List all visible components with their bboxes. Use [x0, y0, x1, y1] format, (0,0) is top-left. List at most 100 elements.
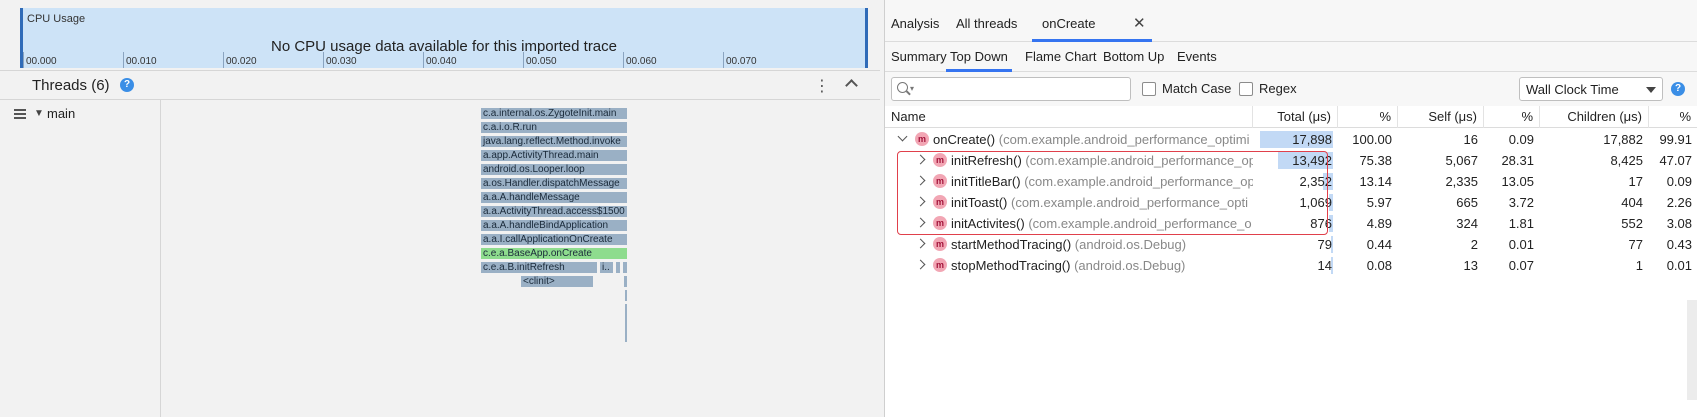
children-cell: 1 — [1635, 258, 1643, 273]
tab-top-down[interactable]: Top Down — [950, 49, 1008, 64]
method-package: (com.example.android_performance_optimi — [998, 132, 1250, 147]
tab-flame-chart[interactable]: Flame Chart — [1025, 49, 1097, 64]
flame-frame[interactable]: c.a.i.o.R.run — [480, 121, 628, 134]
chevron-down-icon[interactable]: ▾ — [910, 84, 914, 93]
tab-summary[interactable]: Summary — [891, 49, 947, 64]
flame-frame[interactable]: c.a.internal.os.ZygoteInit.main — [480, 107, 628, 120]
self-pct-cell: 1.81 — [1508, 216, 1534, 231]
cpu-usage-title: CPU Usage — [27, 13, 86, 25]
thread-flame-chart[interactable]: c.a.internal.os.ZygoteInit.main c.a.i.o.… — [161, 100, 880, 417]
chevron-right-icon[interactable] — [915, 238, 926, 249]
tab-bottom-up[interactable]: Bottom Up — [1103, 49, 1164, 64]
close-icon[interactable]: ✕ — [1133, 14, 1146, 32]
time-tick: 00.060 — [623, 52, 657, 68]
flame-frame[interactable]: <clinit> — [520, 275, 594, 288]
self-pct-cell: 28.31 — [1501, 153, 1534, 168]
column-header-total[interactable]: Total (μs) — [1253, 106, 1338, 128]
table-row[interactable]: m stopMethodTracing() (android.os.Debug) 1… — [885, 255, 1697, 276]
column-header-total-pct[interactable]: % — [1338, 106, 1398, 128]
table-row[interactable]: m onCreate() (com.example.android_perform… — [885, 129, 1697, 150]
flame-frame[interactable]: a.a.ActivityThread.access$1500 — [480, 205, 628, 218]
time-tick: 00.070 — [723, 52, 757, 68]
flame-frame[interactable]: i.. — [599, 261, 614, 274]
flame-frame[interactable] — [615, 261, 621, 274]
self-cell: 5,067 — [1445, 153, 1478, 168]
table-header: Name Total (μs) % Self (μs) % Children (… — [885, 106, 1697, 128]
tab-all-threads[interactable]: All threads — [956, 16, 1017, 31]
table-row[interactable]: m initTitleBar() (com.example.android_per… — [885, 171, 1697, 192]
flame-frame[interactable]: a.os.Handler.dispatchMessage — [480, 177, 628, 190]
help-icon[interactable]: ? — [1671, 82, 1685, 96]
drag-handle-icon[interactable] — [14, 109, 26, 119]
total-cell: 1,069 — [1299, 195, 1332, 210]
column-header-self[interactable]: Self (μs) — [1398, 106, 1484, 128]
cpu-time-axis: 00.000 00.010 00.020 00.030 00.040 00.05… — [23, 52, 865, 68]
table-row[interactable]: m startMethodTracing() (android.os.Debug)… — [885, 234, 1697, 255]
tab-analysis[interactable]: Analysis — [891, 16, 939, 31]
cpu-usage-track[interactable]: CPU Usage No CPU usage data available fo… — [20, 8, 868, 68]
match-case-label: Match Case — [1162, 81, 1232, 96]
column-header-children[interactable]: Children (μs) — [1540, 106, 1649, 128]
flame-frame[interactable]: a.a.I.callApplicationOnCreate — [480, 233, 628, 246]
match-case-checkbox[interactable] — [1142, 82, 1156, 96]
chevron-right-icon[interactable] — [915, 175, 926, 186]
more-options-icon[interactable]: ⋮ — [814, 76, 830, 96]
analysis-panel: Analysis All threads onCreate ✕ Summary … — [884, 0, 1697, 417]
time-tick: 00.000 — [23, 52, 57, 68]
flame-frame[interactable]: java.lang.reflect.Method.invoke — [480, 135, 628, 148]
chevron-right-icon[interactable] — [915, 154, 926, 165]
table-row[interactable]: m initToast() (com.example.android_perfor… — [885, 192, 1697, 213]
flame-frame[interactable] — [622, 261, 628, 274]
chevron-right-icon[interactable] — [915, 196, 926, 207]
table-row[interactable]: m initActivites() (com.example.android_pe… — [885, 213, 1697, 234]
flame-frame[interactable] — [623, 275, 628, 288]
thread-list: ▼ main — [0, 100, 161, 417]
children-cell: 8,425 — [1610, 153, 1643, 168]
chevron-down-icon[interactable] — [897, 131, 908, 142]
self-cell: 16 — [1463, 132, 1478, 147]
expand-triangle-icon[interactable]: ▼ — [34, 108, 44, 119]
help-icon[interactable]: ? — [120, 78, 134, 92]
method-package: (com.example.android_performance_opti — [1010, 195, 1248, 210]
threads-title: Threads (6) — [32, 77, 110, 94]
total-cell: 14 — [1317, 258, 1332, 273]
flame-frame[interactable]: android.os.Looper.loop — [480, 163, 628, 176]
thread-item-main[interactable]: main — [47, 106, 75, 121]
total-pct-cell: 100.00 — [1352, 132, 1392, 147]
regex-checkbox[interactable] — [1239, 82, 1253, 96]
table-row[interactable]: m initRefresh() (com.example.android_perf… — [885, 150, 1697, 171]
search-input[interactable]: ▾ — [891, 77, 1131, 101]
total-pct-cell: 5.97 — [1366, 195, 1392, 210]
flame-frame[interactable]: a.app.ActivityThread.main — [480, 149, 628, 162]
flame-frame[interactable] — [624, 289, 628, 302]
analysis-tab-bar: Analysis All threads onCreate ✕ — [885, 8, 1697, 42]
column-header-name[interactable]: Name — [885, 106, 1253, 128]
chevron-right-icon[interactable] — [915, 217, 926, 228]
method-name: startMethodTracing() — [951, 237, 1072, 252]
children-pct-cell: 47.07 — [1659, 153, 1692, 168]
flame-frame-selected[interactable]: c.e.a.BaseApp.onCreate — [480, 247, 628, 260]
chevron-up-icon[interactable] — [843, 75, 861, 93]
tab-events[interactable]: Events — [1177, 49, 1217, 64]
method-name-cell: initTitleBar() (com.example.android_perf… — [945, 171, 1253, 192]
flame-frame[interactable]: a.a.A.handleBindApplication — [480, 219, 628, 232]
total-pct-cell: 0.08 — [1366, 258, 1392, 273]
total-cell: 79 — [1317, 237, 1332, 252]
flame-frame[interactable] — [624, 303, 628, 343]
flame-frame[interactable]: a.a.A.handleMessage — [480, 191, 628, 204]
chevron-right-icon[interactable] — [915, 259, 926, 270]
column-header-self-pct[interactable]: % — [1484, 106, 1540, 128]
method-package: (com.example.android_performance_op — [1025, 153, 1253, 168]
children-cell: 404 — [1621, 195, 1643, 210]
column-header-children-pct[interactable]: % — [1649, 106, 1697, 128]
side-tool-window-strip[interactable] — [1687, 300, 1697, 400]
self-pct-cell: 0.09 — [1508, 132, 1534, 147]
tab-oncreate[interactable]: onCreate ✕ — [1032, 8, 1152, 42]
time-tick: 00.040 — [423, 52, 457, 68]
method-name-cell: initToast() (com.example.android_perform… — [945, 192, 1253, 213]
clock-type-select[interactable]: Wall Clock Time — [1519, 77, 1663, 101]
search-icon — [897, 82, 908, 93]
flame-frame[interactable]: c.e.a.B.initRefresh — [480, 261, 598, 274]
method-name-cell: initActivites() (com.example.android_per… — [945, 213, 1253, 234]
self-pct-cell: 13.05 — [1501, 174, 1534, 189]
